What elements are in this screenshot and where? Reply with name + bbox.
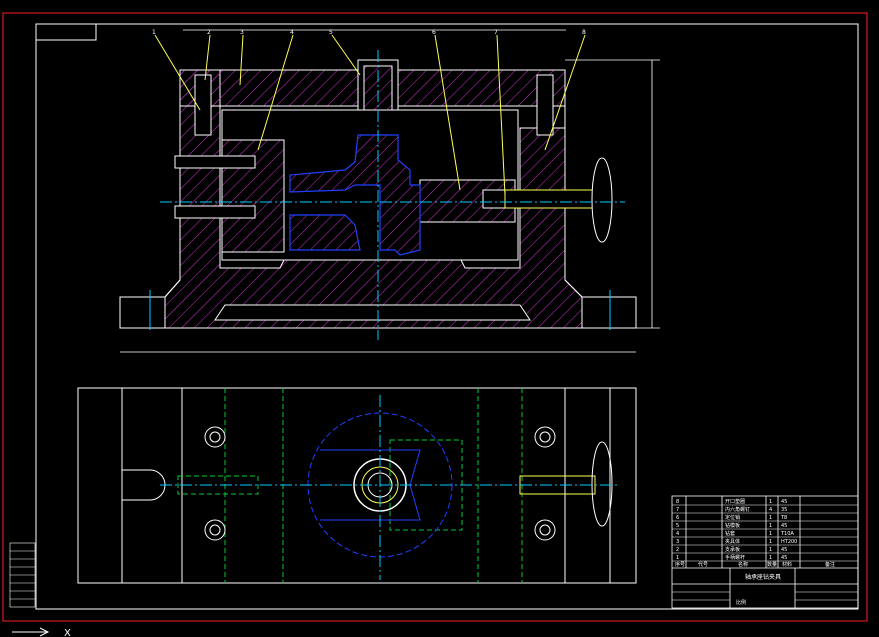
bom-no: 7 <box>676 507 679 513</box>
bom-qty: 1 <box>769 539 772 545</box>
bom-no: 6 <box>676 515 679 521</box>
bom-qty: 1 <box>769 523 772 529</box>
front-section-view: 1 2 3 4 5 6 7 8 <box>119 29 660 353</box>
bom-name: 夹具体 <box>725 538 740 545</box>
bom-qty: 4 <box>769 507 772 513</box>
scale-label: 比例 <box>736 599 746 606</box>
bom-material: 45 <box>781 499 787 505</box>
bom-qty: 1 <box>769 531 772 537</box>
bom-name: 手柄螺杆 <box>725 554 745 561</box>
bom-material: 45 <box>781 547 787 553</box>
bom-name: 支承板 <box>725 546 740 553</box>
bom-name: 钻套 <box>725 530 735 537</box>
bom-name: 内六角螺钉 <box>725 506 750 513</box>
bom-name: 钻模板 <box>725 522 740 529</box>
bom-material: 45 <box>781 555 787 561</box>
header-no: 序号 <box>675 561 685 568</box>
cad-drawing: 1 2 3 4 5 6 7 8 8 开口垫圈 1 45 7 内六角螺钉 4 35… <box>2 12 868 637</box>
bom-no: 2 <box>676 547 679 553</box>
header-material: 材料 <box>782 561 792 568</box>
bom-no: 8 <box>676 499 679 505</box>
corner-label-box <box>35 23 97 41</box>
bom-no: 5 <box>676 523 679 529</box>
bom-no: 3 <box>676 539 679 545</box>
bom-material: 35 <box>781 507 787 513</box>
bom-material: HT200 <box>781 539 797 545</box>
bom-qty: 1 <box>769 515 772 521</box>
header-name: 名称 <box>738 561 748 568</box>
axis-x-label: X <box>64 628 71 637</box>
ucs-axis-icon <box>12 627 50 637</box>
bom-no: 1 <box>676 555 679 561</box>
bom-qty: 1 <box>769 547 772 553</box>
bom-qty: 1 <box>769 499 772 505</box>
top-plan-view <box>77 387 637 584</box>
header-remark: 备注 <box>825 561 835 568</box>
bom-material: T10A <box>780 531 794 537</box>
bom-material: 45 <box>781 523 787 529</box>
bom-name: 开口垫圈 <box>725 498 745 505</box>
header-qty: 数量 <box>767 561 777 568</box>
bom-name: 定位销 <box>725 514 740 521</box>
revision-table <box>9 542 36 608</box>
drawing-name: 轴承座钻夹具 <box>745 573 781 581</box>
header-code: 代号 <box>698 561 708 568</box>
leader-label: 8 <box>582 29 586 36</box>
leader-label: 1 <box>152 29 156 36</box>
bom-row-lines <box>672 504 858 562</box>
bom-no: 4 <box>676 531 679 537</box>
bom-material: T8 <box>780 515 787 521</box>
signature-boxes <box>672 591 858 601</box>
bom-qty: 1 <box>769 555 772 561</box>
